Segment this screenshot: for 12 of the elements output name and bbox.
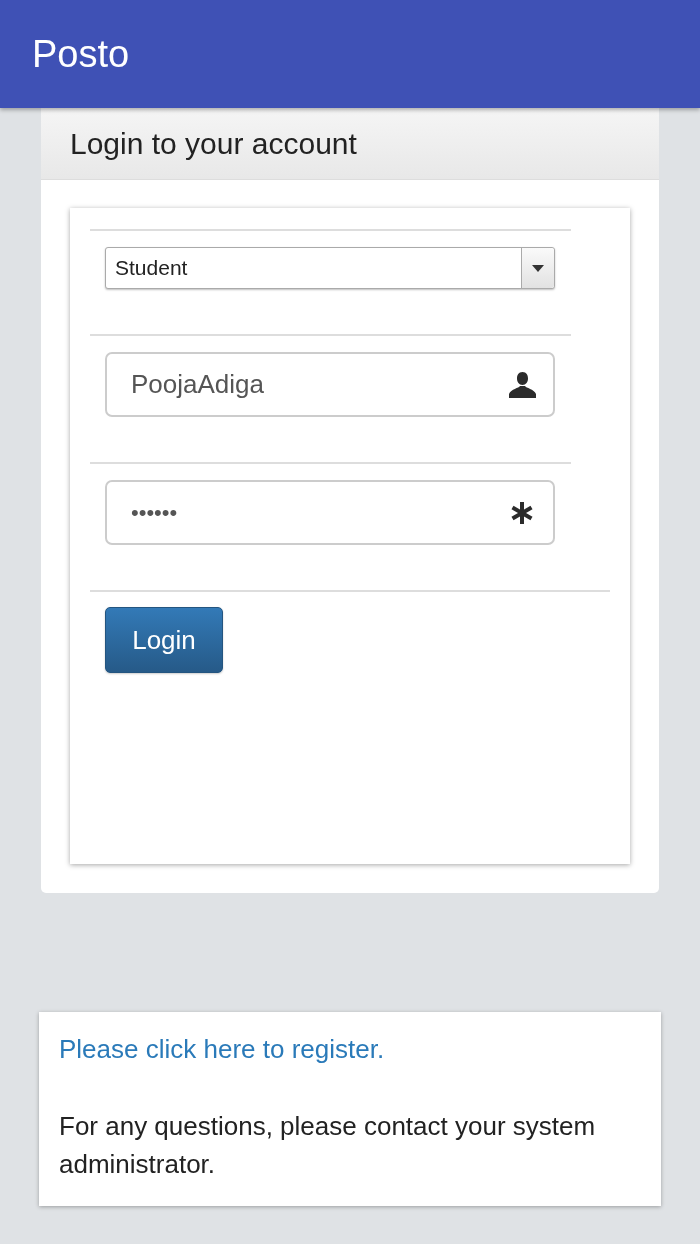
asterisk-icon: [511, 501, 533, 524]
password-field[interactable]: ••••••: [105, 480, 555, 545]
contact-note: For any questions, please contact your system administrator.: [59, 1110, 597, 1181]
role-select[interactable]: Student: [105, 247, 555, 289]
app-title: Posto: [32, 35, 130, 73]
person-icon: [509, 371, 536, 398]
dropdown-button[interactable]: [521, 248, 554, 288]
panel-title: Login to your account: [70, 128, 357, 159]
caret-icon: [532, 264, 544, 272]
register-link[interactable]: Please click here to register.: [59, 1031, 385, 1067]
login-button[interactable]: Login: [105, 607, 223, 673]
username-field[interactable]: PoojaAdiga: [105, 352, 555, 417]
